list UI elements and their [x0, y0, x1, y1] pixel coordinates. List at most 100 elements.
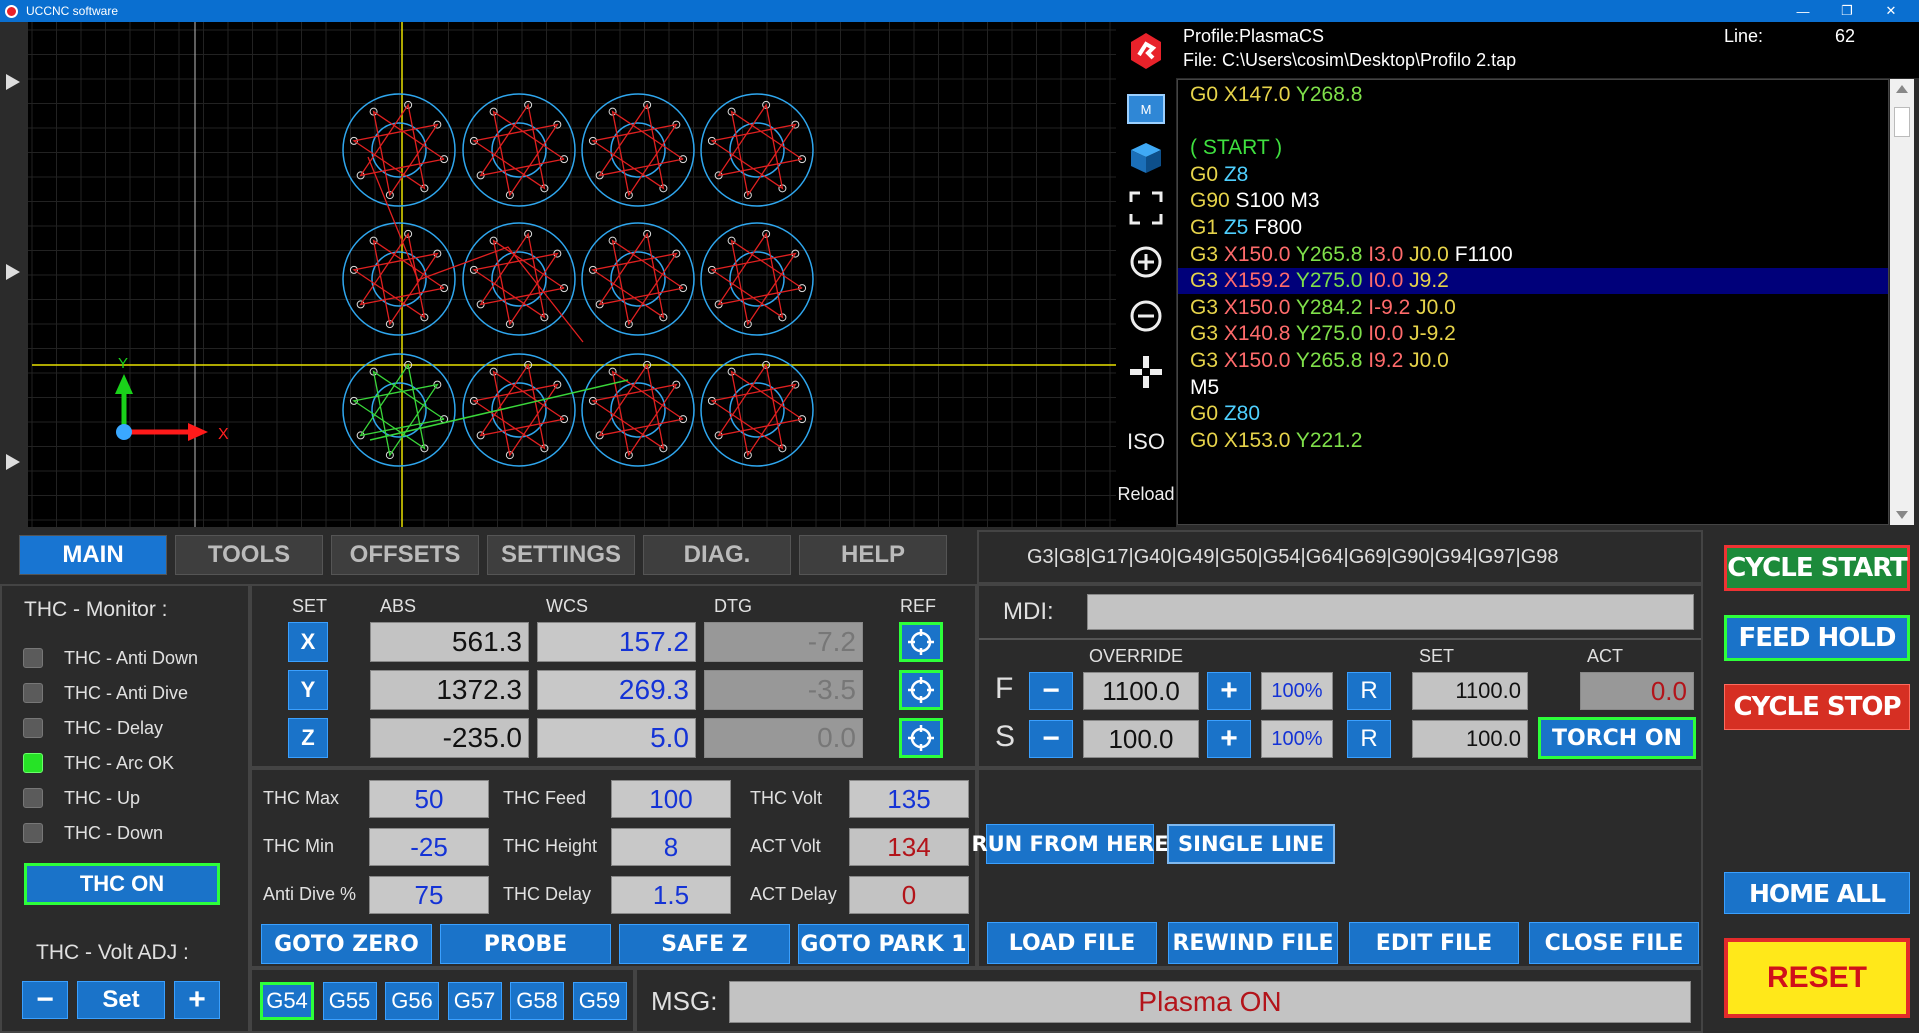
feed-minus-button[interactable]: − — [1029, 672, 1073, 710]
single-line-button[interactable]: SINGLE LINE — [1167, 824, 1335, 864]
gcode-line[interactable]: G0 Z80 — [1190, 401, 1260, 427]
part-outline — [462, 353, 576, 467]
edit-file-button[interactable]: EDIT FILE — [1349, 922, 1519, 964]
gcode-line[interactable]: G3 X150.0 Y284.2 I-9.2 J0.0 — [1190, 295, 1456, 321]
probe-button[interactable]: PROBE — [440, 924, 611, 964]
cycle-stop-button[interactable]: CYCLE STOP — [1724, 684, 1910, 730]
ref-z-button[interactable] — [899, 718, 943, 758]
home-all-button[interactable]: HOME ALL — [1724, 872, 1910, 914]
close-button[interactable]: ✕ — [1869, 0, 1913, 22]
volt-plus-button[interactable]: + — [174, 981, 220, 1019]
spindle-reset-button[interactable]: R — [1347, 720, 1391, 758]
feed-plus-button[interactable]: + — [1207, 672, 1251, 710]
wcs-g55-button[interactable]: G55 — [322, 982, 377, 1020]
rapid-path — [710, 103, 803, 197]
wcs-x-value[interactable]: 157.2 — [537, 622, 696, 662]
anti-dive-field[interactable]: 75 — [369, 876, 489, 914]
gcode-token: G0 — [1190, 162, 1224, 186]
tab-offsets[interactable]: OFFSETS — [331, 535, 479, 575]
gcode-line[interactable]: M5 — [1190, 375, 1219, 401]
wcs-g56-button[interactable]: G56 — [385, 982, 439, 1020]
thc-min-field[interactable]: -25 — [369, 828, 489, 866]
goto-park-button[interactable]: GOTO PARK 1 — [798, 924, 969, 964]
gcode-line[interactable]: G0 X147.0 Y268.8 — [1190, 82, 1362, 108]
tab-settings[interactable]: SETTINGS — [487, 535, 635, 575]
thc-volt-field[interactable]: 135 — [849, 780, 969, 818]
tab-main[interactable]: MAIN — [19, 535, 167, 575]
ref-y-button[interactable] — [899, 670, 943, 710]
fit-view-icon[interactable] — [1116, 188, 1176, 228]
run-from-here-button[interactable]: RUN FROM HERE — [971, 824, 1169, 864]
uccnc-app: UCCNC software — ❐ ✕ XY M ISO Reload Pro… — [0, 0, 1919, 1033]
mdi-input[interactable] — [1087, 594, 1694, 630]
wcs-z-value[interactable]: 5.0 — [537, 718, 696, 758]
feed-reset-button[interactable]: R — [1347, 672, 1391, 710]
gcode-line[interactable]: ( START ) — [1190, 135, 1282, 161]
set-y-button[interactable]: Y — [288, 670, 328, 710]
gcode-line[interactable]: G90 S100 M3 — [1190, 188, 1320, 214]
thc-feed-field[interactable]: 100 — [611, 780, 731, 818]
zoom-out-icon[interactable] — [1116, 296, 1176, 336]
tab-tools[interactable]: TOOLS — [175, 535, 323, 575]
thc-height-field[interactable]: 8 — [611, 828, 731, 866]
reset-button[interactable]: RESET — [1724, 938, 1910, 1018]
tab-help[interactable]: HELP — [799, 535, 947, 575]
machine-view-icon[interactable]: M — [1116, 90, 1176, 130]
gcode-line[interactable]: G0 X153.0 Y221.2 — [1190, 428, 1362, 454]
expand-arrow-icon[interactable] — [6, 454, 20, 470]
rewind-file-button[interactable]: REWIND FILE — [1168, 922, 1338, 964]
torch-on-button[interactable]: TORCH ON — [1538, 717, 1696, 759]
set-z-button[interactable]: Z — [288, 718, 328, 758]
gcode-line[interactable]: G3 X159.2 Y275.0 I0.0 J9.2 — [1178, 268, 1888, 295]
scroll-thumb[interactable] — [1894, 107, 1910, 137]
crosshair-icon — [908, 677, 934, 703]
toolpath-viewport[interactable]: XY — [28, 22, 1116, 527]
gcode-scrollbar[interactable] — [1890, 79, 1914, 525]
gcode-line[interactable]: G3 X150.0 Y265.8 I3.0 J0.0 F1100 — [1190, 242, 1513, 268]
minimize-button[interactable]: — — [1781, 0, 1825, 22]
tab-diag[interactable]: DIAG. — [643, 535, 791, 575]
feed-set-value[interactable]: 1100.0 — [1412, 672, 1528, 710]
expand-arrow-icon[interactable] — [6, 264, 20, 280]
close-file-button[interactable]: CLOSE FILE — [1529, 922, 1699, 964]
volt-minus-button[interactable]: − — [22, 981, 68, 1019]
thc-max-field[interactable]: 50 — [369, 780, 489, 818]
zoom-in-icon[interactable] — [1116, 242, 1176, 282]
feed-hold-button[interactable]: FEED HOLD — [1724, 615, 1910, 661]
gcode-line[interactable]: G0 Z8 — [1190, 162, 1248, 188]
restore-button[interactable]: ❐ — [1825, 0, 1869, 22]
gcode-listing[interactable]: G0 X147.0 Y268.8 ( START ) G0 Z8 G90 S100 M… — [1177, 79, 1889, 525]
ref-x-button[interactable] — [899, 622, 943, 662]
wcs-g54-button[interactable]: G54 — [260, 982, 314, 1020]
thc-status-led — [23, 683, 43, 703]
iso-view-button[interactable]: ISO — [1116, 424, 1176, 460]
reload-button[interactable]: Reload — [1116, 479, 1176, 509]
goto-zero-button[interactable]: GOTO ZERO — [261, 924, 432, 964]
wcs-g58-button[interactable]: G58 — [510, 982, 564, 1020]
thc-delay-field[interactable]: 1.5 — [611, 876, 731, 914]
gcode-line[interactable]: G3 X140.8 Y275.0 I0.0 J-9.2 — [1190, 321, 1456, 347]
spindle-minus-button[interactable]: − — [1029, 720, 1073, 758]
title-bar: UCCNC software — ❐ ✕ — [0, 0, 1919, 22]
gcode-line[interactable]: G1 Z5 F800 — [1190, 215, 1302, 241]
spindle-plus-button[interactable]: + — [1207, 720, 1251, 758]
gcode-line[interactable]: G3 X150.0 Y265.8 I9.2 J0.0 — [1190, 348, 1449, 374]
wcs-g59-button[interactable]: G59 — [572, 982, 627, 1020]
gcode-token: I-9.2 — [1368, 295, 1417, 319]
volt-set-button[interactable]: Set — [77, 981, 165, 1019]
thc-status-led — [23, 788, 43, 808]
load-file-button[interactable]: LOAD FILE — [987, 922, 1157, 964]
scroll-up-icon[interactable] — [1896, 85, 1908, 93]
spindle-set-value[interactable]: 100.0 — [1412, 720, 1528, 758]
expand-arrow-icon[interactable] — [6, 74, 20, 90]
set-x-button[interactable]: X — [288, 622, 328, 662]
wcs-g57-button[interactable]: G57 — [447, 982, 502, 1020]
thc-on-button[interactable]: THC ON — [24, 863, 220, 905]
safe-z-button[interactable]: SAFE Z — [619, 924, 790, 964]
pan-center-icon[interactable] — [1116, 352, 1176, 392]
wcs-y-value[interactable]: 269.3 — [537, 670, 696, 710]
modal-codes: G3|G8|G17|G40|G49|G50|G54|G64|G69|G90|G9… — [1027, 546, 1559, 568]
scroll-down-icon[interactable] — [1896, 511, 1908, 519]
cycle-start-button[interactable]: CYCLE START — [1724, 545, 1910, 591]
3d-view-icon[interactable] — [1116, 138, 1176, 178]
